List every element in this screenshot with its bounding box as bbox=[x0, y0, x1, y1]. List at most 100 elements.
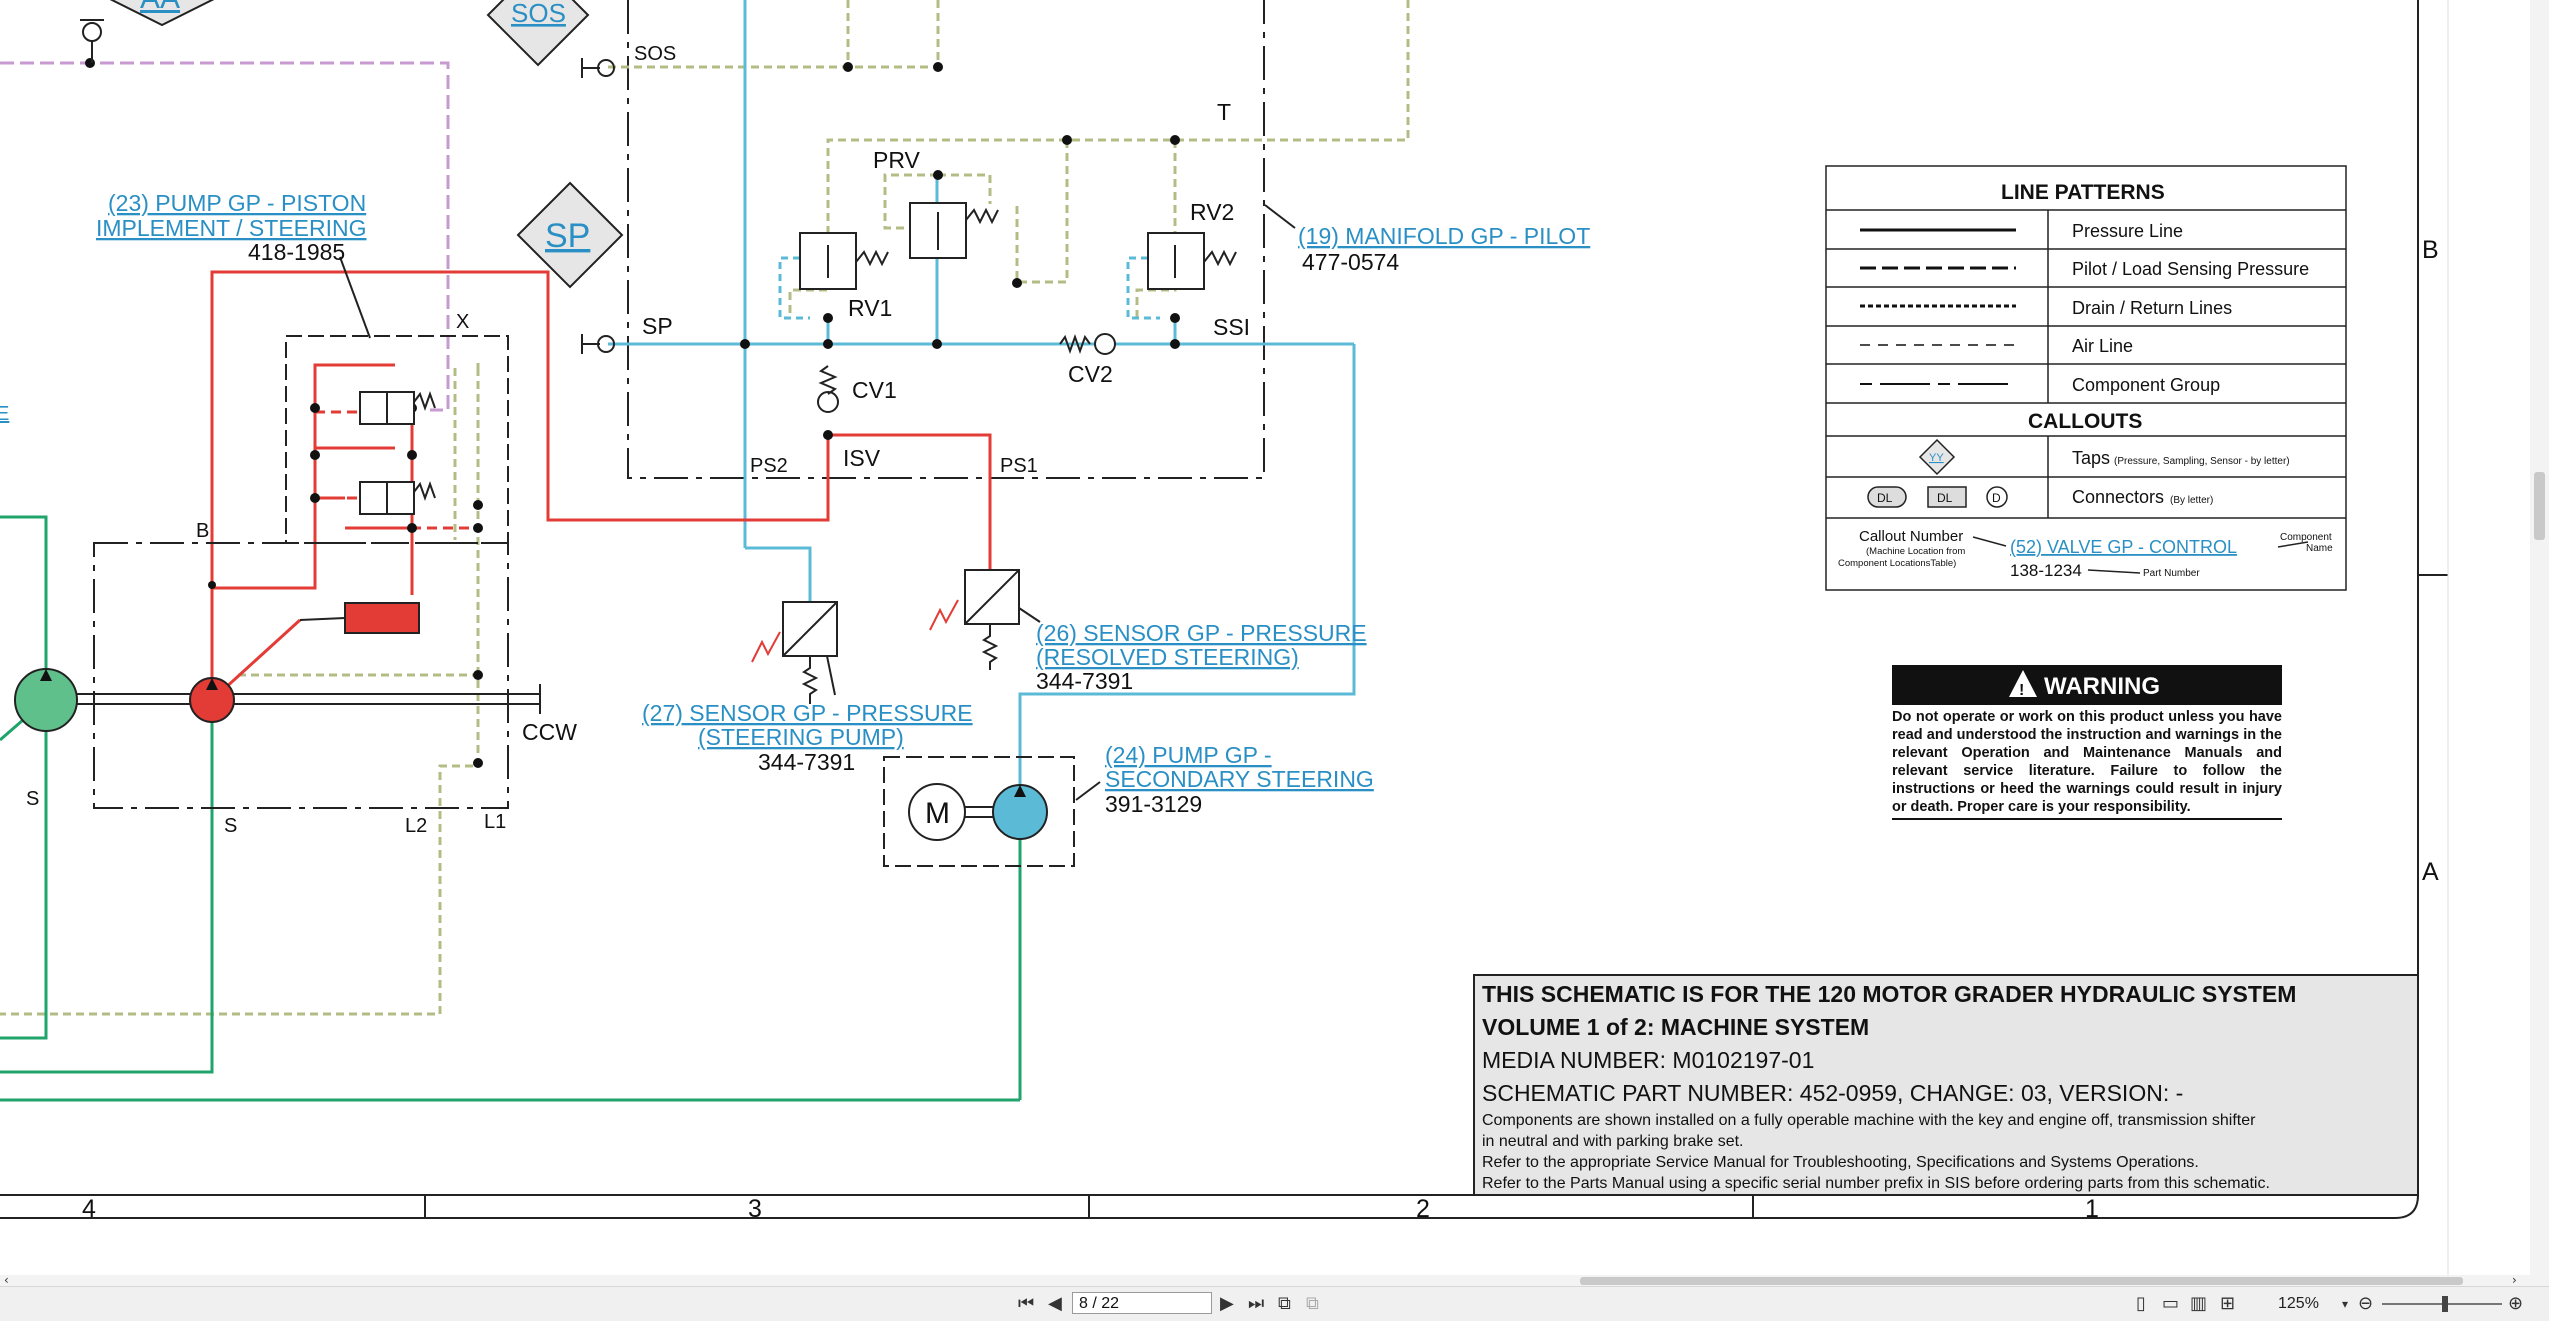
sensor26-callout-2[interactable]: (RESOLVED STEERING) bbox=[1036, 644, 1299, 670]
tap-symbol: YY bbox=[1929, 452, 1944, 464]
taps-label: Taps bbox=[2072, 448, 2110, 468]
label-ps1: PS1 bbox=[1000, 455, 1038, 477]
tap-sos[interactable]: SOS bbox=[511, 0, 566, 28]
manifold-part: 477-0574 bbox=[1302, 249, 1399, 275]
label-cv1: CV1 bbox=[852, 377, 897, 403]
page-number-field[interactable]: 8 / 22 bbox=[1072, 1292, 1212, 1314]
facing-pages-icon[interactable]: ▥ bbox=[2190, 1295, 2207, 1313]
vertical-scrollbar[interactable] bbox=[2530, 0, 2549, 1275]
previous-view-icon[interactable]: ⧉ bbox=[1278, 1295, 1291, 1313]
pump-piston-callout[interactable]: (23) PUMP GP - PISTON bbox=[108, 190, 366, 216]
label-ssi: SSI bbox=[1213, 314, 1250, 340]
junction-dots bbox=[85, 58, 1180, 768]
pump24-callout[interactable]: (24) PUMP GP - bbox=[1105, 742, 1272, 768]
callout-number-note: (Machine Location from bbox=[1866, 546, 1965, 557]
leader-line bbox=[339, 256, 371, 339]
continuous-page-icon[interactable]: ▭ bbox=[2162, 1295, 2179, 1313]
last-page-icon[interactable]: ⏭ bbox=[1248, 1295, 1264, 1313]
pump-piston-callout-2[interactable]: IMPLEMENT / STEERING bbox=[96, 215, 367, 241]
leader-line bbox=[1264, 204, 1296, 229]
label-prv: PRV bbox=[873, 147, 921, 173]
motor-label: M bbox=[925, 797, 950, 830]
first-page-icon[interactable]: ⏮ bbox=[1018, 1295, 1034, 1313]
label-sp: SP bbox=[642, 313, 673, 339]
legend-arrow bbox=[1972, 536, 2007, 547]
sensor26-callout[interactable]: (26) SENSOR GP - PRESSURE bbox=[1036, 620, 1367, 646]
supply-lines bbox=[608, 0, 1356, 1100]
sensor27-callout-2[interactable]: (STEERING PUMP) bbox=[698, 724, 904, 750]
warning-text: Do not operate or work on this product u… bbox=[1892, 709, 2282, 815]
connector-symbol: D bbox=[1992, 491, 2001, 505]
title-note: Refer to the Parts Manual using a specif… bbox=[1482, 1175, 2270, 1192]
callout-number-label: Callout Number bbox=[1859, 528, 1963, 545]
label-e-fragment: E bbox=[0, 403, 9, 425]
label-ps2: PS2 bbox=[750, 455, 788, 477]
label-cv2: CV2 bbox=[1068, 361, 1113, 387]
pattern-label: Pressure Line bbox=[2072, 221, 2183, 241]
title-line-2: VOLUME 1 of 2: MACHINE SYSTEM bbox=[1482, 1014, 1870, 1040]
pattern-label: Air Line bbox=[2072, 336, 2133, 356]
example-part: 138-1234 bbox=[2010, 561, 2082, 580]
title-line-1: THIS SCHEMATIC IS FOR THE 120 MOTOR GRAD… bbox=[1482, 981, 2297, 1007]
sensor26-part: 344-7391 bbox=[1036, 668, 1133, 694]
schematic-part-number: SCHEMATIC PART NUMBER: 452-0959, CHANGE:… bbox=[1482, 1080, 2184, 1106]
zoom-slider-handle[interactable] bbox=[2442, 1296, 2448, 1312]
zoom-out-icon[interactable]: ⊖ bbox=[2358, 1295, 2373, 1313]
row-label: A bbox=[2422, 858, 2439, 886]
next-view-icon[interactable]: ⧉ bbox=[1306, 1295, 1319, 1313]
label-rv1: RV1 bbox=[848, 295, 892, 321]
title-block-text: THIS SCHEMATIC IS FOR THE 120 MOTOR GRAD… bbox=[1482, 978, 2296, 1194]
title-note: Components are shown installed on a full… bbox=[1482, 1112, 2256, 1129]
horizontal-scroll-thumb[interactable] bbox=[1580, 1277, 2463, 1285]
title-note: Refer to the appropriate Service Manual … bbox=[1482, 1154, 2199, 1171]
leader-line bbox=[1075, 781, 1101, 801]
label-s: S bbox=[224, 815, 237, 837]
cover-page-icon[interactable]: ⊞ bbox=[2220, 1295, 2235, 1313]
next-page-icon[interactable]: ▶ bbox=[1220, 1295, 1234, 1313]
pump-shaft bbox=[46, 684, 541, 714]
connector-symbol: DL bbox=[1877, 491, 1893, 505]
signal-icon bbox=[929, 599, 959, 631]
pattern-label: Component Group bbox=[2072, 375, 2220, 395]
column-label: 4 bbox=[82, 1195, 96, 1223]
vertical-scroll-thumb[interactable] bbox=[2534, 472, 2545, 540]
pump24-callout-2[interactable]: SECONDARY STEERING bbox=[1105, 766, 1374, 792]
compensator-valves bbox=[359, 391, 436, 515]
previous-page-icon[interactable]: ◀ bbox=[1048, 1295, 1062, 1313]
column-label: 1 bbox=[2085, 1195, 2099, 1223]
single-page-icon[interactable]: ▯ bbox=[2136, 1295, 2146, 1313]
tap-aa: AA bbox=[140, 0, 180, 15]
swashplate-link bbox=[299, 617, 346, 621]
connectors-note: (By letter) bbox=[2170, 495, 2213, 506]
leader-line bbox=[826, 655, 836, 696]
pump24-part: 391-3129 bbox=[1105, 791, 1202, 817]
label-x: X bbox=[456, 311, 469, 333]
pattern-label: Pilot / Load Sensing Pressure bbox=[2072, 259, 2309, 279]
label-sos: SOS bbox=[634, 43, 676, 65]
connectors-label: Connectors bbox=[2072, 487, 2164, 507]
sensor27-callout[interactable]: (27) SENSOR GP - PRESSURE bbox=[642, 700, 973, 726]
pressure-sensor-icon bbox=[782, 569, 1020, 704]
zoom-dropdown-icon[interactable]: ▾ bbox=[2342, 1295, 2348, 1313]
zoom-in-icon[interactable]: ⊕ bbox=[2508, 1295, 2523, 1313]
tap-sp[interactable]: SP bbox=[545, 217, 590, 255]
label-l1: L1 bbox=[484, 811, 506, 833]
displacement-actuator bbox=[344, 602, 420, 634]
label-rv2: RV2 bbox=[1190, 199, 1234, 225]
component-name-label: Name bbox=[2306, 543, 2333, 554]
legend-title: LINE PATTERNS bbox=[2001, 181, 2165, 204]
callouts-title: CALLOUTS bbox=[2028, 410, 2142, 433]
callout-number-note: Component LocationsTable) bbox=[1838, 558, 1956, 569]
manifold-callout[interactable]: (19) MANIFOLD GP - PILOT bbox=[1298, 223, 1590, 249]
warning-icon-mark: ! bbox=[2019, 682, 2024, 699]
pattern-label: Drain / Return Lines bbox=[2072, 298, 2232, 318]
label-t: T bbox=[1217, 99, 1231, 125]
pump-group-boundary bbox=[93, 542, 509, 809]
viewer-toolbar: ⏮ ◀ 8 / 22 ▶ ⏭ ⧉ ⧉ ▯ ▭ ▥ ⊞ 125% ▾ ⊖ ⊕ bbox=[0, 1286, 2549, 1321]
zoom-level[interactable]: 125% bbox=[2278, 1295, 2319, 1313]
label-b: B bbox=[196, 520, 209, 542]
label-l2: L2 bbox=[405, 815, 427, 837]
label-ccw: CCW bbox=[522, 719, 577, 745]
port-fittings bbox=[80, 19, 615, 354]
label-s: S bbox=[26, 788, 39, 810]
